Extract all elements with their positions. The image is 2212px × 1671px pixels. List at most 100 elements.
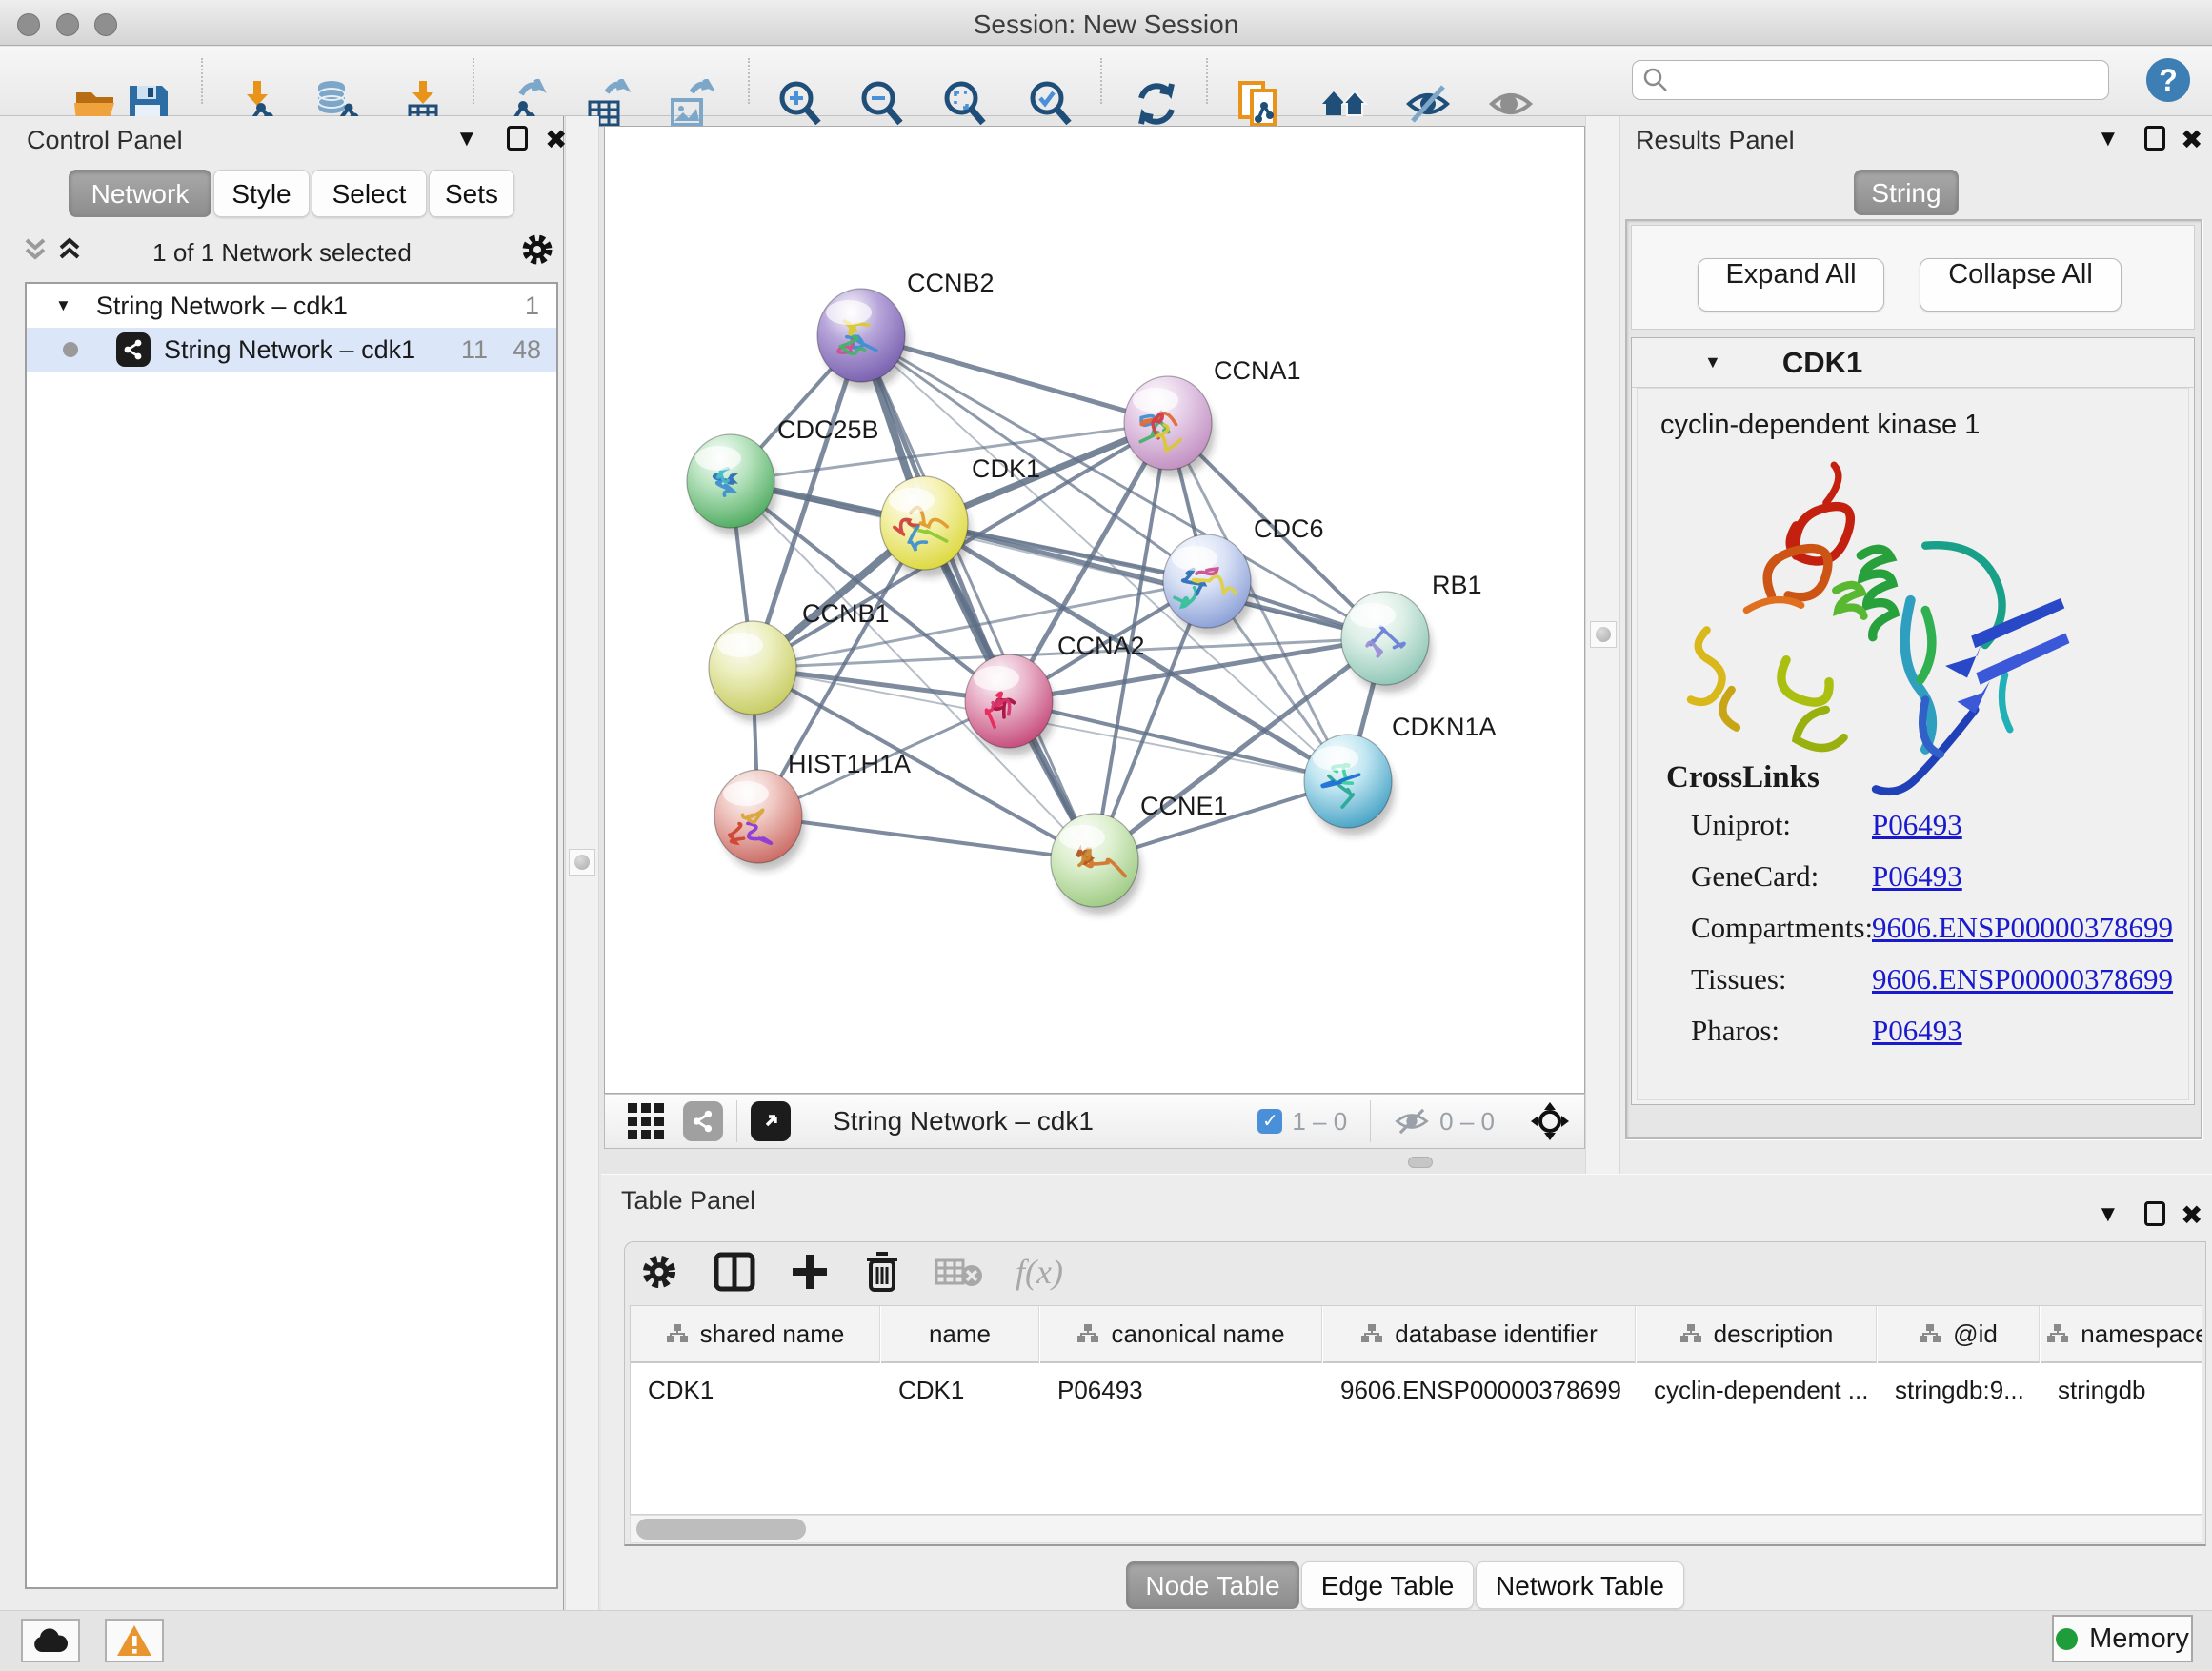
column-header-name[interactable]: name bbox=[881, 1306, 1039, 1363]
export-image-icon[interactable] bbox=[665, 79, 714, 129]
function-builder-icon[interactable]: f(x) bbox=[1016, 1252, 1063, 1292]
column-header-namespace[interactable]: namespace bbox=[2041, 1306, 2202, 1363]
table-panel-float-icon[interactable] bbox=[2144, 1201, 2165, 1226]
hide-selected-icon[interactable] bbox=[1403, 79, 1453, 129]
node-label: CCNA1 bbox=[1214, 356, 1301, 385]
collection-expander-icon[interactable]: ▼ bbox=[55, 296, 71, 315]
crosslink-link[interactable]: P06493 bbox=[1872, 808, 1962, 842]
crosslink-label: GeneCard: bbox=[1691, 859, 1819, 894]
first-neighbors-icon[interactable] bbox=[1319, 79, 1369, 129]
network-canvas[interactable]: CCNB2CCNA1CDC25BCDK1CDC6RB1CCNB1CCNA2CDK… bbox=[604, 126, 1585, 1094]
table-cell[interactable]: 9606.ENSP00000378699 bbox=[1323, 1365, 1636, 1415]
crosslink-link[interactable]: P06493 bbox=[1872, 1014, 1962, 1048]
warning-button[interactable] bbox=[105, 1619, 164, 1662]
create-column-icon[interactable] bbox=[789, 1251, 831, 1293]
network-row[interactable]: String Network – cdk1 11 48 bbox=[27, 328, 556, 372]
tab-network[interactable]: Network bbox=[69, 170, 211, 217]
duplicate-network-icon[interactable] bbox=[1235, 79, 1284, 129]
horizontal-splitter-handle[interactable] bbox=[1408, 1157, 1433, 1168]
search-input[interactable] bbox=[1632, 60, 2109, 100]
node-label: RB1 bbox=[1432, 571, 1482, 599]
network-node[interactable] bbox=[1304, 735, 1395, 836]
tab-select[interactable]: Select bbox=[312, 170, 427, 217]
table-cell[interactable]: P06493 bbox=[1040, 1365, 1322, 1415]
crosslink-link[interactable]: 9606.ENSP00000378699 bbox=[1872, 962, 2173, 997]
string-view-icon[interactable] bbox=[683, 1101, 723, 1141]
column-header-shared-name[interactable]: shared name bbox=[631, 1306, 880, 1363]
table-horizontal-scrollbar[interactable] bbox=[630, 1515, 2202, 1543]
selected-count: 1 – 0 bbox=[1292, 1107, 1347, 1137]
results-panel-close-icon[interactable]: ✖ bbox=[2181, 124, 2202, 155]
cloud-button[interactable] bbox=[21, 1619, 80, 1662]
collapse-all-button[interactable]: Collapse All bbox=[1920, 258, 2122, 312]
zoom-fit-icon[interactable] bbox=[940, 79, 990, 129]
expand-all-button[interactable]: Expand All bbox=[1698, 258, 1884, 312]
column-header--id[interactable]: @id bbox=[1878, 1306, 2040, 1363]
column-header-database-identifier[interactable]: database identifier bbox=[1323, 1306, 1636, 1363]
table-cell[interactable]: stringdb bbox=[2041, 1365, 2202, 1415]
birds-eye-view-icon[interactable] bbox=[751, 1101, 791, 1141]
network-node[interactable] bbox=[817, 289, 908, 390]
network-node[interactable] bbox=[1341, 592, 1432, 693]
network-edge[interactable] bbox=[758, 816, 1095, 860]
tab-sets[interactable]: Sets bbox=[429, 170, 514, 217]
network-label: String Network – cdk1 bbox=[164, 335, 415, 365]
network-panel-gear-icon[interactable] bbox=[518, 231, 556, 269]
control-panel-float-menu-icon[interactable]: ▼ bbox=[455, 126, 478, 152]
table-panel-float-menu-icon[interactable]: ▼ bbox=[2097, 1201, 2120, 1228]
results-panel-float-icon[interactable] bbox=[2144, 126, 2165, 151]
hidden-eye-icon bbox=[1394, 1105, 1430, 1137]
table-cell[interactable]: cyclin-dependent ... bbox=[1637, 1365, 1877, 1415]
network-edge[interactable] bbox=[861, 335, 1095, 860]
table-toolbar: f(x) bbox=[638, 1250, 1063, 1294]
refresh-icon[interactable] bbox=[1132, 79, 1181, 129]
memory-button[interactable]: Memory bbox=[2052, 1615, 2193, 1662]
control-panel-close-icon[interactable]: ✖ bbox=[545, 124, 567, 155]
grid-view-icon[interactable] bbox=[626, 1101, 666, 1141]
section-expander-icon[interactable]: ▼ bbox=[1704, 352, 1721, 372]
tab-string[interactable]: String bbox=[1854, 170, 1959, 215]
table-panel-close-icon[interactable]: ✖ bbox=[2181, 1199, 2202, 1231]
control-panel-float-icon[interactable] bbox=[507, 126, 528, 151]
network-node[interactable] bbox=[1124, 376, 1215, 477]
network-node[interactable] bbox=[1163, 534, 1254, 635]
column-header-description[interactable]: description bbox=[1637, 1306, 1877, 1363]
network-edge[interactable] bbox=[1009, 701, 1348, 781]
table-cell[interactable]: CDK1 bbox=[881, 1365, 1039, 1415]
zoom-out-icon[interactable] bbox=[857, 79, 907, 129]
delete-table-icon[interactable] bbox=[934, 1253, 983, 1291]
network-node[interactable] bbox=[880, 476, 971, 577]
crosslink-link[interactable]: 9606.ENSP00000378699 bbox=[1872, 911, 2173, 945]
left-splitter[interactable] bbox=[565, 116, 599, 1610]
tab-style[interactable]: Style bbox=[213, 170, 310, 217]
selected-count-checkbox[interactable]: ✓ bbox=[1257, 1109, 1282, 1134]
column-header-canonical-name[interactable]: canonical name bbox=[1040, 1306, 1322, 1363]
node-label: CCNE1 bbox=[1140, 792, 1228, 820]
node-section-header[interactable]: ▼ CDK1 bbox=[1632, 338, 2194, 388]
fit-content-crosshair-icon[interactable] bbox=[1529, 1100, 1571, 1142]
tab-network-table[interactable]: Network Table bbox=[1476, 1561, 1684, 1609]
tab-edge-table[interactable]: Edge Table bbox=[1301, 1561, 1474, 1609]
table-scrollbar-thumb[interactable] bbox=[636, 1519, 806, 1540]
help-button[interactable]: ? bbox=[2146, 58, 2190, 102]
crosslink-link[interactable]: P06493 bbox=[1872, 859, 1962, 894]
hidden-count: 0 – 0 bbox=[1439, 1107, 1495, 1137]
show-columns-icon[interactable] bbox=[713, 1251, 756, 1293]
left-splitter-handle[interactable] bbox=[569, 849, 595, 876]
results-panel-float-menu-icon[interactable]: ▼ bbox=[2097, 126, 2120, 152]
right-splitter-handle[interactable] bbox=[1590, 621, 1617, 648]
table-cell[interactable]: stringdb:9... bbox=[1878, 1365, 2040, 1415]
table-cell[interactable]: CDK1 bbox=[631, 1365, 880, 1415]
table-gear-icon[interactable] bbox=[638, 1251, 680, 1293]
network-graph: CCNB2CCNA1CDC25BCDK1CDC6RB1CCNB1CCNA2CDK… bbox=[605, 127, 1584, 1093]
network-collection-row[interactable]: ▼ String Network – cdk1 1 bbox=[27, 284, 556, 328]
network-node[interactable] bbox=[1051, 814, 1141, 915]
network-node[interactable] bbox=[687, 434, 777, 535]
zoom-selected-icon[interactable] bbox=[1026, 79, 1076, 129]
show-all-icon[interactable] bbox=[1486, 79, 1536, 129]
node-label: HIST1H1A bbox=[788, 750, 911, 778]
tab-node-table[interactable]: Node Table bbox=[1126, 1561, 1299, 1609]
delete-column-icon[interactable] bbox=[863, 1250, 901, 1294]
zoom-in-icon[interactable] bbox=[775, 79, 825, 129]
network-node[interactable] bbox=[714, 770, 805, 871]
